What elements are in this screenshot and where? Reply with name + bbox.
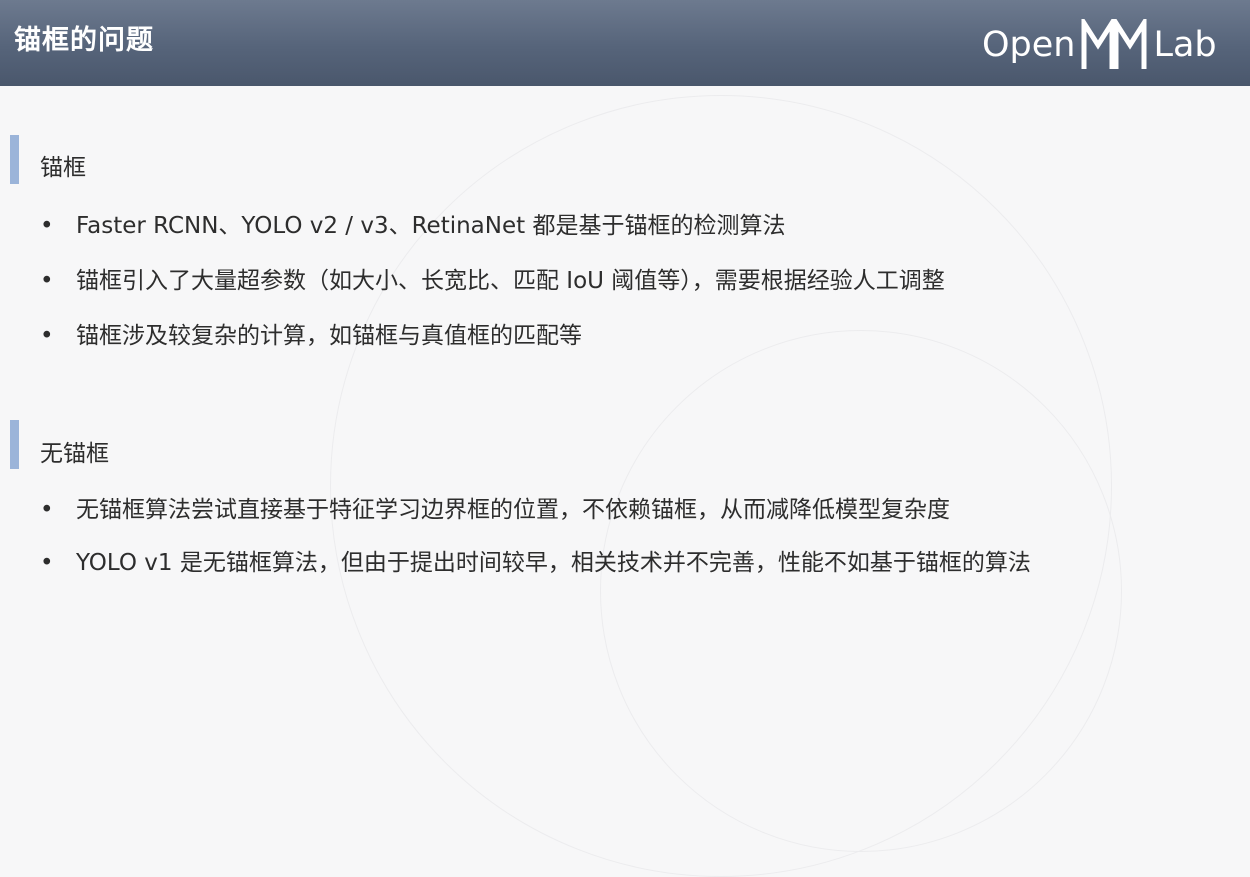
logo-text-open: Open: [982, 25, 1076, 65]
list-item-text: YOLO v1 是无锚框算法，但由于提出时间较早，相关技术并不完善，性能不如基于…: [76, 550, 1031, 576]
list-item: • 锚框引入了大量超参数（如大小、长宽比、匹配 IoU 阈值等），需要根据经验人工…: [40, 261, 945, 295]
logo-text-lab: Lab: [1153, 25, 1217, 65]
section-accent-bar: [10, 420, 19, 469]
section-title-anchor: 锚框: [40, 155, 86, 181]
openmmlab-logo: Open Lab: [982, 19, 1217, 70]
bullet-dot: •: [40, 550, 54, 576]
section-accent-bar: [10, 135, 19, 184]
section-title-anchor-free: 无锚框: [40, 441, 109, 467]
list-item: • YOLO v1 是无锚框算法，但由于提出时间较早，相关技术并不完善，性能不如基…: [40, 543, 1031, 577]
list-item-text: 锚框涉及较复杂的计算，如锚框与真值框的匹配等: [76, 323, 582, 349]
list-item-text: 无锚框算法尝试直接基于特征学习边界框的位置，不依赖锚框，从而减降低模型复杂度: [76, 497, 950, 523]
slide-header: 锚框的问题 Open Lab: [0, 0, 1250, 86]
bullet-dot: •: [40, 213, 54, 239]
slide-title: 锚框的问题: [14, 25, 154, 56]
list-item: • 锚框涉及较复杂的计算，如锚框与真值框的匹配等: [40, 316, 582, 350]
bullet-dot: •: [40, 497, 54, 523]
list-item: • 无锚框算法尝试直接基于特征学习边界框的位置，不依赖锚框，从而减降低模型复杂度: [40, 490, 950, 524]
mm-logo-icon: [1081, 19, 1147, 69]
slide-body: 锚框 • Faster RCNN、YOLO v2 / v3、RetinaNet 都…: [0, 86, 1250, 589]
list-item: • Faster RCNN、YOLO v2 / v3、RetinaNet 都是基于…: [40, 206, 785, 240]
list-item-text: 锚框引入了大量超参数（如大小、长宽比、匹配 IoU 阈值等），需要根据经验人工调…: [76, 268, 945, 294]
bullet-dot: •: [40, 268, 54, 294]
bullet-dot: •: [40, 323, 54, 349]
list-item-text: Faster RCNN、YOLO v2 / v3、RetinaNet 都是基于锚…: [76, 213, 786, 239]
